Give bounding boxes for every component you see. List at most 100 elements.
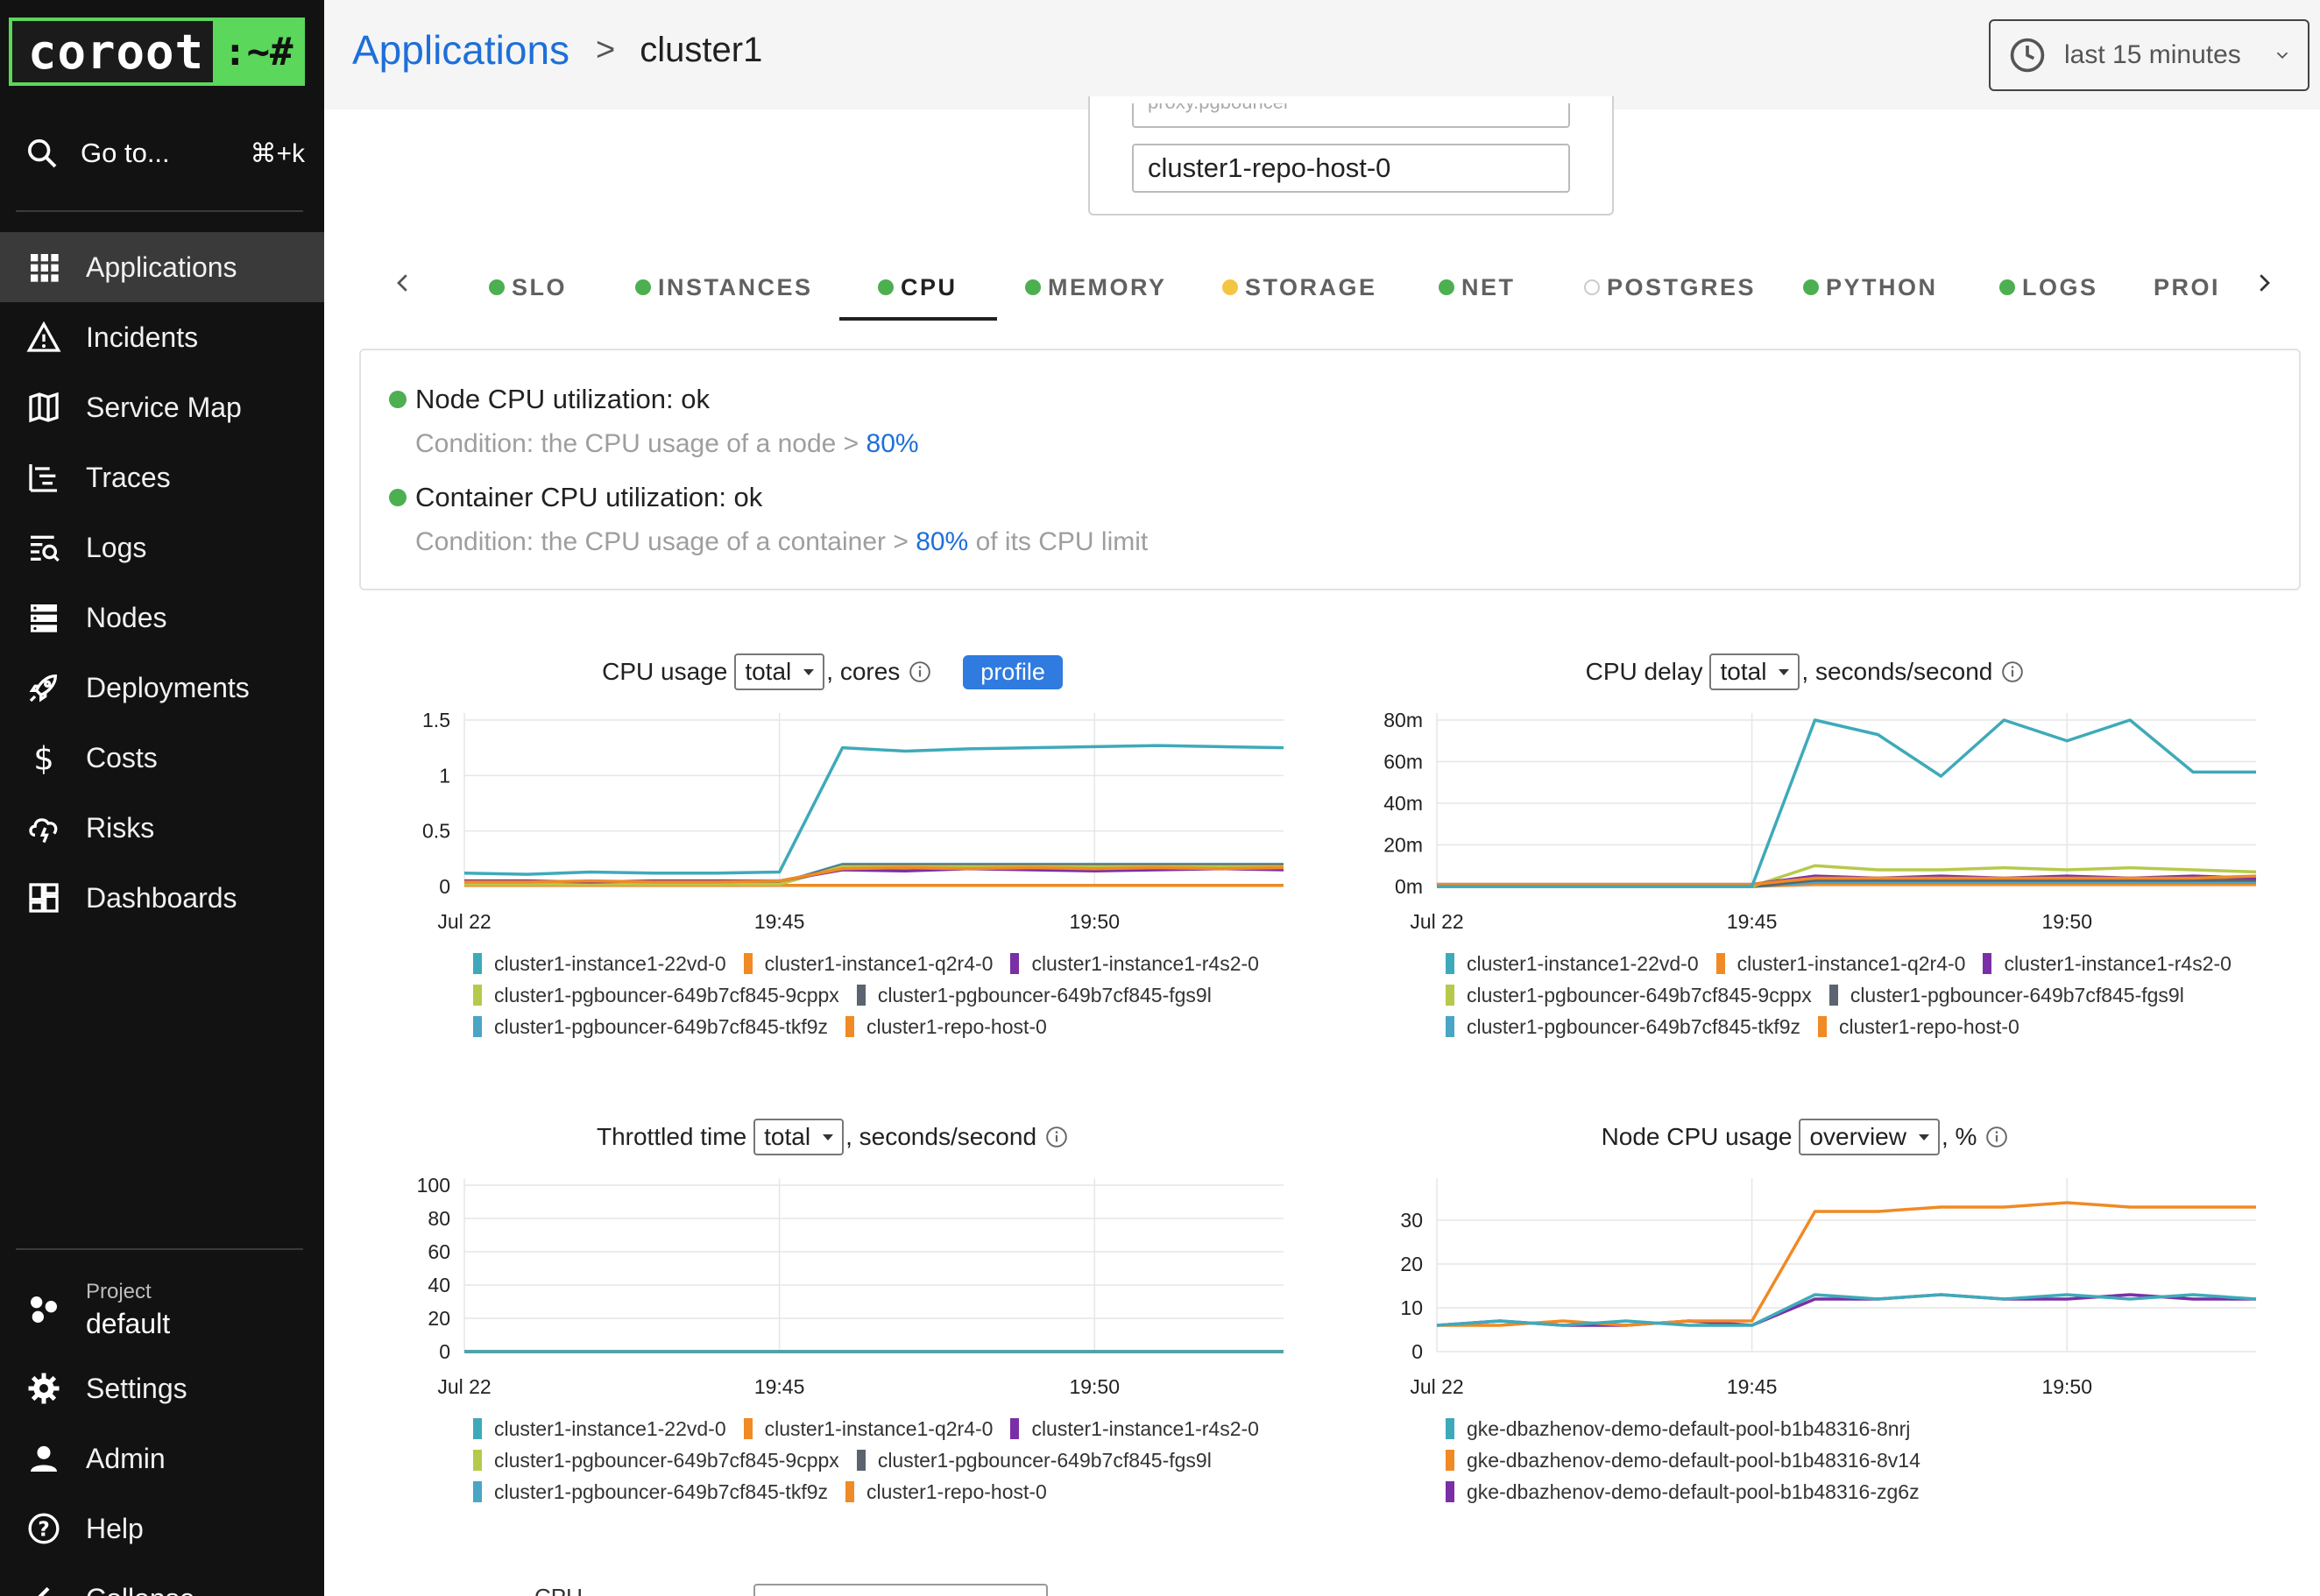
chart-title-text: Throttled time [596,1123,747,1150]
time-range-label: last 15 minutes [2064,40,2241,69]
status-dot [389,489,407,506]
sidebar-item-risks[interactable]: Risks [0,793,324,863]
aggregation-select[interactable]: total [753,1119,845,1155]
tabs-scroll-right-button[interactable] [2246,263,2281,303]
sidebar-item-deployments[interactable]: Deployments [0,653,324,723]
legend-item[interactable]: gke-dbazhenov-demo-default-pool-b1b48316… [1446,1480,1920,1504]
legend-item[interactable]: cluster1-repo-host-0 [845,1480,1047,1504]
sidebar-item-traces[interactable]: Traces [0,442,324,512]
legend-label: cluster1-instance1-r4s2-0 [2004,951,2232,975]
sidebar-item-collapse[interactable]: Collapse [0,1564,324,1596]
sidebar-item-service-map[interactable]: Service Map [0,372,324,442]
sidebar-item-logs[interactable]: Logs [0,512,324,583]
tab-instances[interactable]: INSTANCES [635,254,813,321]
legend-item[interactable]: cluster1-repo-host-0 [1818,1015,2019,1039]
tab-cpu[interactable]: CPU [878,254,958,321]
logo-prompt: :~# [213,21,304,82]
legend-item[interactable]: cluster1-pgbouncer-649b7cf845-fgs9l [1828,984,2184,1007]
aggregation-select[interactable]: total [1709,653,1800,690]
legend-item[interactable]: cluster1-instance1-q2r4-0 [743,1417,993,1441]
instance-option-prev[interactable]: proxy.pgbouncer [1132,103,1570,128]
sidebar-item-costs[interactable]: $ Costs [0,723,324,793]
chart-title-text: CPU usage [602,658,728,685]
info-icon[interactable] [2001,660,2024,683]
legend-item[interactable]: gke-dbazhenov-demo-default-pool-b1b48316… [1446,1449,1920,1472]
sidebar-item-help[interactable]: ? Help [0,1494,324,1564]
chart-cpu-usage: CPU usage total , cores profile 1.5 1 0.5 0… [368,650,1297,1070]
info-icon[interactable] [1985,1126,2008,1148]
time-range-picker[interactable]: last 15 minutes [1989,19,2309,91]
status-dot [635,279,651,295]
legend-swatch [473,1016,482,1037]
profile-button[interactable]: profile [963,654,1063,689]
y-tick-label: 100 [417,1174,450,1197]
legend-item[interactable]: cluster1-pgbouncer-649b7cf845-tkf9z [473,1015,828,1039]
info-icon[interactable] [909,660,931,683]
breadcrumb-applications-link[interactable]: Applications [352,26,569,74]
chart-plot: 1.5 1 0.5 0 Jul 22 19:45 19:50 [422,709,1284,933]
tab-storage[interactable]: STORAGE [1222,254,1377,321]
info-icon[interactable] [1045,1126,1068,1148]
sidebar-bottom-nav: Project default Settings Admin ? Help Co… [0,1266,324,1596]
coroot-logo[interactable]: coroot :~# [9,18,305,86]
goto-shortcut: ⌘+k [250,138,305,168]
tabs-bar: SLO INSTANCES CPU MEMORY STORAGE NET POS… [385,254,2295,321]
sidebar-item-settings[interactable]: Settings [0,1353,324,1423]
tab-profiling[interactable]: PROI [2154,254,2231,321]
chart-plot: 80m 60m 40m 20m 0m Jul 22 19:45 19:50 [1383,709,2257,933]
goto-search[interactable]: Go to... ⌘+k [25,131,305,175]
check-condition: Condition: the CPU usage of a node > 80% [389,429,919,459]
y-tick-label: 0m [1395,875,1423,898]
check-threshold-link[interactable]: 80% [866,429,919,458]
sidebar-item-dashboards[interactable]: Dashboards [0,863,324,933]
legend-item[interactable]: cluster1-pgbouncer-649b7cf845-tkf9z [1446,1015,1800,1039]
sidebar-item-applications[interactable]: Applications [0,232,324,302]
next-chart-select[interactable] [753,1584,1048,1596]
legend-item[interactable]: cluster1-pgbouncer-649b7cf845-9cppx [473,984,839,1007]
aggregation-select[interactable]: total [734,653,825,690]
tab-logs[interactable]: LOGS [1999,254,2098,321]
legend-item[interactable]: cluster1-instance1-22vd-0 [1446,952,1699,976]
legend-item[interactable]: cluster1-instance1-q2r4-0 [743,952,993,976]
y-tick-label: 0.5 [422,820,450,843]
legend-item[interactable]: cluster1-instance1-q2r4-0 [1715,951,1966,976]
sidebar-item-label: Settings [86,1372,187,1404]
legend-item[interactable]: cluster1-pgbouncer-649b7cf845-9cppx [1446,984,1812,1007]
series-line[interactable] [463,744,1284,876]
tabs-scroll-left-button[interactable] [385,263,421,303]
legend-item[interactable]: cluster1-instance1-r4s2-0 [1010,952,1259,976]
legend-row: cluster1-pgbouncer-649b7cf845-9cppx clust… [473,1444,1314,1476]
legend-label: cluster1-instance1-22vd-0 [494,951,726,975]
tab-memory[interactable]: MEMORY [1025,254,1167,321]
y-tick-label: 0 [439,1340,450,1363]
sidebar-item-admin[interactable]: Admin [0,1423,324,1494]
legend-swatch [1010,953,1020,974]
y-tick-label: 30 [1400,1209,1423,1232]
legend-item[interactable]: cluster1-instance1-22vd-0 [473,952,726,976]
legend-item[interactable]: cluster1-instance1-r4s2-0 [1010,1417,1259,1441]
check-threshold-link[interactable]: 80% [916,527,968,556]
tab-slo[interactable]: SLO [489,254,567,321]
legend-label: cluster1-instance1-q2r4-0 [1736,951,1966,975]
legend-item[interactable]: cluster1-instance1-r4s2-0 [1983,952,2232,976]
instance-option[interactable]: cluster1-repo-host-0 [1132,144,1570,193]
aggregation-select[interactable]: overview [1799,1119,1940,1155]
legend-item[interactable]: cluster1-repo-host-0 [845,1015,1047,1039]
y-tick-label: 40 [428,1274,450,1296]
legend-item[interactable]: cluster1-pgbouncer-649b7cf845-tkf9z [473,1480,828,1504]
sidebar-item-incidents[interactable]: Incidents [0,302,324,372]
tab-python[interactable]: PYTHON [1803,254,1938,321]
tab-postgres[interactable]: POSTGRES [1584,254,1756,321]
tab-net[interactable]: NET [1439,254,1516,321]
legend-item[interactable]: gke-dbazhenov-demo-default-pool-b1b48316… [1446,1417,1910,1441]
legend-item[interactable]: cluster1-pgbouncer-649b7cf845-fgs9l [856,1449,1212,1472]
sidebar: coroot :~# Go to... ⌘+k Applications Inc… [0,0,324,1596]
chart-title-text: CPU delay [1585,658,1703,685]
legend-swatch [743,953,753,974]
legend-item[interactable]: cluster1-instance1-22vd-0 [473,1417,726,1441]
sidebar-item-nodes[interactable]: Nodes [0,583,324,653]
tab-label: NET [1461,273,1516,300]
legend-item[interactable]: cluster1-pgbouncer-649b7cf845-9cppx [473,1449,839,1472]
project-selector[interactable]: Project default [0,1266,324,1353]
legend-item[interactable]: cluster1-pgbouncer-649b7cf845-fgs9l [856,984,1212,1007]
